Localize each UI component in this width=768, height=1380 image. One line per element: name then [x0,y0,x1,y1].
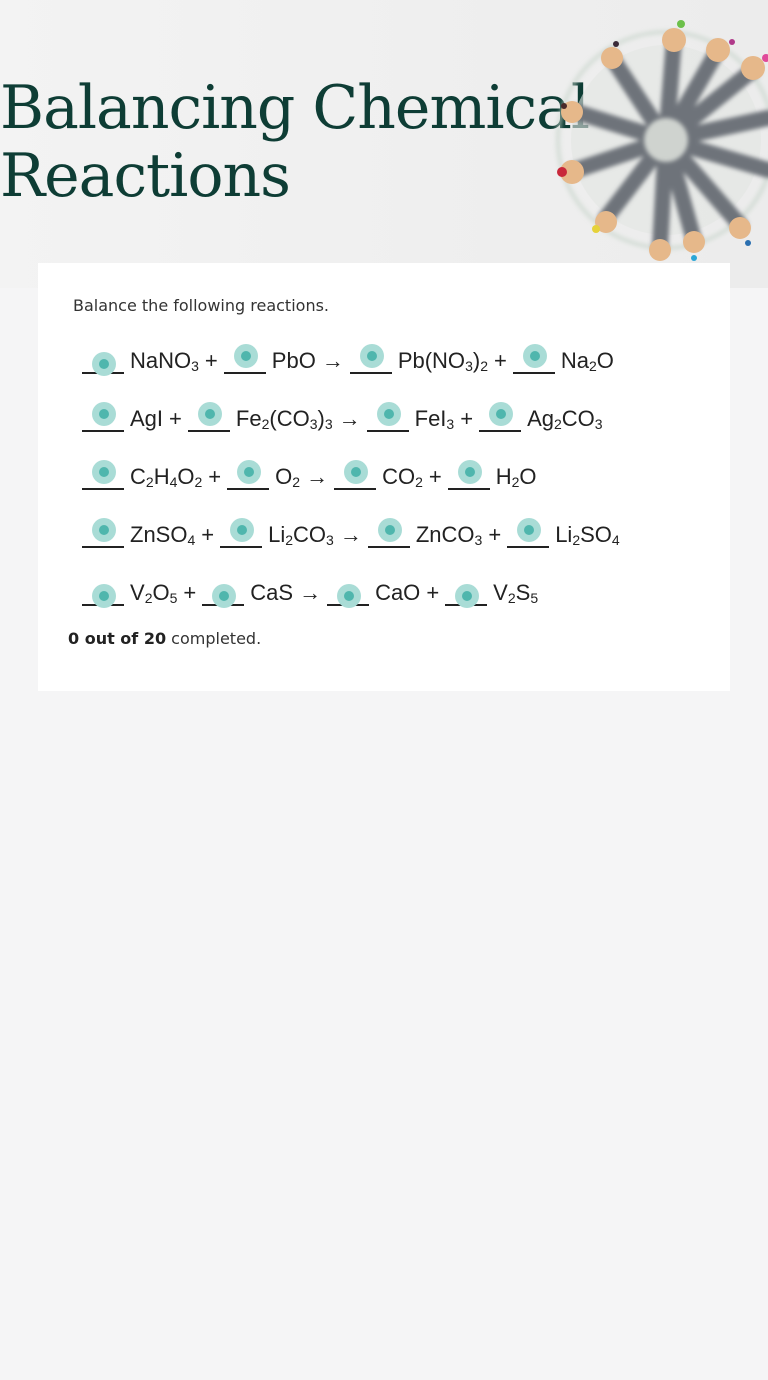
coefficient-blank[interactable] [82,460,124,490]
coefficient-blank[interactable] [202,580,245,608]
coefficient-blank[interactable] [367,518,410,548]
chemical-formula: ZnCO3 [415,522,483,548]
coefficient-blank[interactable] [479,402,522,432]
drop-target-marker[interactable] [212,584,237,608]
chemical-formula: ZnSO4 [130,522,196,548]
coefficient-blank[interactable] [220,518,263,548]
chemical-formula: NaNO3 [130,348,199,374]
completion-status: 0 out of 20 completed. [68,629,261,648]
chemical-formula: V2O5 [130,580,178,606]
drop-target-marker[interactable] [455,584,480,608]
drop-target-marker[interactable] [344,460,369,484]
chemical-formula: C2H4O2 [130,464,203,490]
header-banner: Balancing Chemical Reactions [0,0,768,288]
coefficient-blank[interactable] [366,402,409,432]
plus-sign: + [428,464,442,489]
chemical-formula: AgI [130,406,164,431]
chemical-formula: O2 [275,464,301,490]
completion-suffix: completed. [166,629,262,648]
plus-sign: + [426,580,440,605]
plus-sign: + [493,348,507,373]
drop-target-marker[interactable] [376,402,401,426]
coefficient-blank[interactable] [82,402,124,432]
chemical-formula: CaO [375,580,421,605]
reaction-row: AgI + Fe2(CO3)3 → FeI3 + Ag2CO3 [82,400,609,432]
title-line-2: Reactions [0,141,291,211]
drop-target-marker[interactable] [457,460,482,484]
yields-arrow: → [299,580,322,605]
drop-target-marker[interactable] [92,584,116,608]
plus-sign: + [201,522,215,547]
reaction-row: NaNO3 + PbO → Pb(NO3)2 + Na2O [82,342,620,376]
drop-target-marker[interactable] [237,460,262,484]
coefficient-blank[interactable] [447,460,490,490]
coefficient-blank[interactable] [82,580,124,608]
coefficient-blank[interactable] [507,518,550,548]
chemical-formula: Na2O [560,348,614,374]
drop-target-marker[interactable] [92,352,116,376]
plus-sign: + [204,348,218,373]
coefficient-blank[interactable] [334,460,377,490]
coefficient-blank[interactable] [349,344,392,374]
yields-arrow: → [321,348,344,373]
coefficient-blank[interactable] [227,460,270,490]
coefficient-blank[interactable] [512,344,555,374]
drop-target-marker[interactable] [337,584,362,608]
drop-target-marker[interactable] [522,344,547,368]
yields-arrow: → [338,406,361,431]
plus-sign: + [488,522,502,547]
chemical-formula: Li2CO3 [268,522,334,548]
plus-sign: + [460,406,474,431]
coefficient-blank[interactable] [327,580,370,608]
yields-arrow: → [339,522,362,547]
chemical-formula: V2S5 [493,580,539,606]
chemical-formula: Fe2(CO3)3 [235,406,333,432]
coefficient-blank[interactable] [223,344,266,374]
reaction-row: V2O5 + CaS → CaO + V2S5 [82,574,544,608]
drop-target-marker[interactable] [517,518,542,542]
drop-target-marker[interactable] [92,518,116,542]
instructions-text: Balance the following reactions. [73,296,329,315]
drop-target-marker[interactable] [230,518,255,542]
reaction-row: ZnSO4 + Li2CO3 → ZnCO3 + Li2SO4 [82,516,626,548]
drop-target-marker[interactable] [233,344,258,368]
plus-sign: + [183,580,197,605]
coefficient-blank[interactable] [187,402,230,432]
title-line-1: Balancing Chemical [0,73,590,143]
plus-sign: + [169,406,182,431]
completion-count: 0 out of 20 [68,629,167,648]
drop-target-marker[interactable] [92,460,116,484]
chemical-formula: Ag2CO3 [527,406,603,432]
coefficient-blank[interactable] [82,518,124,548]
plus-sign: + [208,464,222,489]
yields-arrow: → [306,464,329,489]
drop-target-marker[interactable] [92,402,116,426]
coefficient-blank[interactable] [82,348,124,376]
chemical-formula: FeI3 [414,406,455,432]
reaction-row: C2H4O2 + O2 → CO2 + H2O [82,458,543,490]
drop-target-marker[interactable] [377,518,402,542]
pencils-cup-image [556,20,768,261]
chemical-formula: CO2 [382,464,423,490]
drop-target-marker[interactable] [359,344,384,368]
coefficient-blank[interactable] [445,580,488,608]
drop-target-marker[interactable] [197,402,222,426]
chemical-formula: PbO [271,348,316,373]
worksheet-card: Balance the following reactions. NaNO3 + P… [38,263,730,691]
chemical-formula: CaS [250,580,294,605]
chemical-formula: Li2SO4 [555,522,620,548]
chemical-formula: Pb(NO3)2 [397,348,488,374]
drop-target-marker[interactable] [489,402,514,426]
chemical-formula: H2O [495,464,537,490]
page-title: Balancing Chemical Reactions [0,73,590,211]
